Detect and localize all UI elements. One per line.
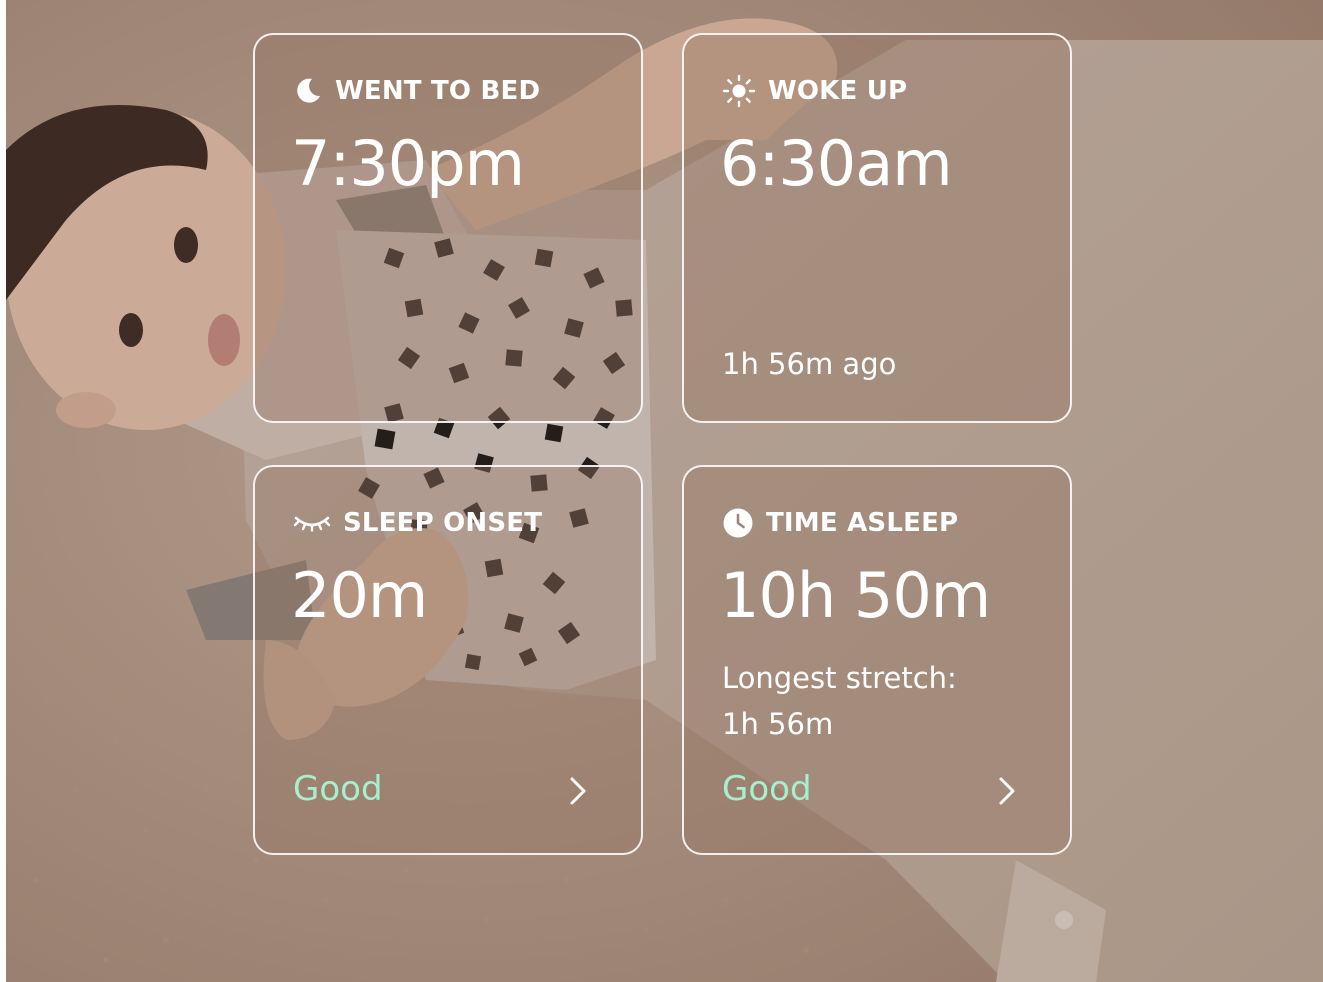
sleep-onset-status: Good bbox=[293, 769, 383, 809]
chevron-right-icon[interactable] bbox=[567, 775, 589, 807]
woke-up-value: 6:30am bbox=[720, 127, 953, 200]
woke-up-card: WOKE UP 6:30am 1h 56m ago bbox=[682, 33, 1072, 423]
time-asleep-header: TIME ASLEEP bbox=[722, 505, 958, 541]
moon-icon bbox=[297, 78, 320, 103]
sleep-onset-value: 20m bbox=[291, 559, 428, 632]
time-asleep-value: 10h 50m bbox=[720, 559, 991, 632]
longest-stretch-text: Longest stretch: 1h 56m bbox=[722, 655, 957, 747]
sleep-summary-screen: WENT TO BED 7:30pm WOKE UP 6:30am 1h 56m… bbox=[6, 0, 1323, 982]
sleep-onset-header: SLEEP ONSET bbox=[293, 505, 542, 541]
clock-icon bbox=[723, 508, 753, 538]
went-to-bed-header: WENT TO BED bbox=[293, 73, 540, 109]
photo-tint-overlay bbox=[6, 0, 1323, 982]
sleep-onset-label: SLEEP ONSET bbox=[343, 508, 543, 538]
woke-up-label: WOKE UP bbox=[768, 76, 908, 106]
time-asleep-card[interactable]: TIME ASLEEP 10h 50m Longest stretch: 1h … bbox=[682, 465, 1072, 855]
sleep-onset-card[interactable]: SLEEP ONSET 20m Good bbox=[253, 465, 643, 855]
longest-stretch-value: 1h 56m bbox=[722, 707, 834, 741]
woke-up-header: WOKE UP bbox=[722, 73, 907, 109]
time-asleep-label: TIME ASLEEP bbox=[766, 508, 959, 538]
longest-stretch-label: Longest stretch: bbox=[722, 661, 957, 695]
sun-icon bbox=[722, 74, 756, 108]
went-to-bed-card: WENT TO BED 7:30pm bbox=[253, 33, 643, 423]
chevron-right-icon[interactable] bbox=[996, 775, 1018, 807]
went-to-bed-value: 7:30pm bbox=[291, 127, 525, 200]
went-to-bed-label: WENT TO BED bbox=[335, 76, 541, 106]
woke-up-ago-text: 1h 56m ago bbox=[722, 347, 897, 381]
time-asleep-status: Good bbox=[722, 769, 812, 809]
closed-eye-icon bbox=[293, 516, 331, 532]
